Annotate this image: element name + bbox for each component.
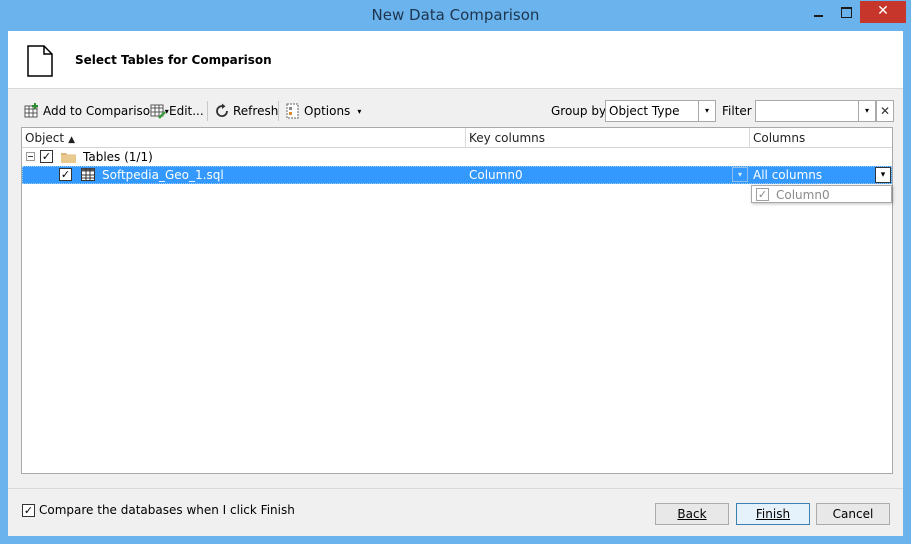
column-header-object[interactable]: Object ▲ (25, 131, 75, 145)
filter-input[interactable]: ▾ (755, 100, 876, 122)
refresh-button[interactable]: Refresh (214, 100, 278, 122)
back-button[interactable]: Back (655, 503, 729, 525)
finish-label: Finish (755, 507, 791, 521)
table-row[interactable]: ✓ Softpedia_Geo_1.sql Column0 ▾ All colu… (22, 166, 892, 184)
column-divider[interactable] (465, 128, 466, 148)
footer-divider (8, 488, 903, 489)
table-icon (81, 168, 95, 181)
chevron-down-icon: ▾ (880, 170, 886, 180)
key-columns-dropdown[interactable]: ▾ (732, 167, 748, 182)
group-by-label: Group by (551, 104, 607, 118)
options-icon (286, 103, 299, 119)
back-label: Back (677, 507, 707, 521)
collapse-icon[interactable] (26, 152, 35, 161)
clear-filter-button[interactable]: ✕ (876, 100, 894, 122)
chevron-down-icon[interactable]: ▾ (858, 101, 875, 121)
dialog-window: New Data Comparison ✕ Select Tables for … (0, 0, 911, 544)
group-label: Tables (1/1) (83, 150, 153, 164)
options-button[interactable]: Options ▾ (285, 100, 361, 122)
document-icon (27, 45, 53, 77)
group-checkbox[interactable]: ✓ (40, 150, 53, 163)
dropdown-item-label[interactable]: Column0 (776, 188, 830, 202)
wizard-header: Select Tables for Comparison (8, 31, 903, 89)
refresh-label: Refresh (233, 104, 279, 118)
chevron-down-icon: ▾ (737, 170, 742, 179)
grid-header: Object ▲ Key columns Columns (22, 128, 892, 148)
cancel-button[interactable]: Cancel (816, 503, 890, 525)
close-icon: ✕ (879, 104, 891, 118)
row-checkbox[interactable]: ✓ (59, 168, 72, 181)
key-columns-value: Column0 (469, 168, 523, 182)
cancel-label: Cancel (832, 507, 874, 521)
maximize-button[interactable] (833, 1, 859, 23)
group-by-select[interactable]: Object Type ▾ (605, 100, 716, 122)
edit-table-icon (150, 104, 166, 119)
columns-dropdown-list: ✓ Column0 (751, 185, 892, 203)
dialog-client: Select Tables for Comparison Add to Comp… (8, 31, 903, 536)
window-title: New Data Comparison (371, 6, 540, 24)
options-label: Options (304, 104, 351, 118)
folder-icon (61, 153, 76, 163)
column-header-key-columns[interactable]: Key columns (469, 131, 545, 145)
add-to-comparison-label: Add to Comparison (43, 104, 158, 118)
tables-grid[interactable]: Object ▲ Key columns Columns ✓ Tables (1/… (21, 127, 893, 474)
close-button[interactable]: ✕ (860, 1, 906, 23)
sort-ascending-icon: ▲ (68, 135, 76, 145)
finish-button[interactable]: Finish (736, 503, 810, 525)
close-icon: ✕ (877, 3, 889, 19)
toolbar-divider (278, 101, 279, 121)
minimize-button[interactable] (806, 1, 832, 23)
page-title: Select Tables for Comparison (75, 53, 272, 67)
column-header-columns[interactable]: Columns (753, 131, 805, 145)
add-table-icon (24, 103, 38, 118)
column-divider[interactable] (749, 128, 750, 148)
title-bar[interactable]: New Data Comparison ✕ (0, 0, 911, 31)
columns-value: All columns (753, 168, 823, 182)
dropdown-item-checkbox[interactable]: ✓ (756, 188, 769, 201)
columns-dropdown-button[interactable]: ▾ (875, 167, 891, 183)
edit-button[interactable]: Edit... (150, 100, 204, 122)
toolbar-divider (207, 101, 208, 121)
refresh-icon (216, 103, 228, 117)
edit-label: Edit... (169, 104, 204, 118)
column-header-label: Object (25, 131, 65, 145)
chevron-down-icon: ▾ (357, 106, 362, 116)
compare-on-finish-label: Compare the databases when I click Finis… (39, 503, 295, 517)
group-by-value: Object Type (609, 104, 680, 118)
filter-label: Filter (722, 104, 752, 118)
table-name: Softpedia_Geo_1.sql (102, 168, 224, 182)
add-to-comparison-button[interactable]: Add to Comparison ▾ (24, 100, 169, 122)
chevron-down-icon[interactable]: ▾ (698, 101, 715, 121)
group-row-tables[interactable]: ✓ Tables (1/1) (22, 148, 892, 166)
compare-on-finish-checkbox[interactable]: ✓ (22, 503, 35, 517)
compare-on-finish-option[interactable]: ✓ Compare the databases when I click Fin… (22, 503, 295, 517)
